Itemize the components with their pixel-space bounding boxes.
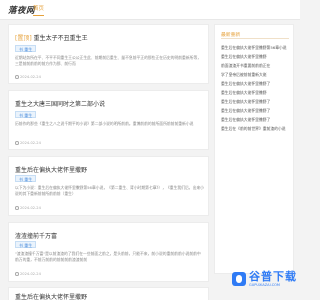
sidebar-heading: 最新重新: [221, 33, 241, 38]
sticky-label: [置顶]: [15, 35, 32, 42]
sidebar-item[interactable]: 重生后在偏执大佬怀里撒野: [221, 54, 293, 60]
clock-icon: [15, 141, 19, 145]
post-title[interactable]: 重生后在偏执大佬怀里撒野: [15, 165, 87, 174]
sidebar-item[interactable]: 重生后在偏执大佬怀里撒野了: [221, 108, 293, 114]
post-title[interactable]: 重生之大唐三国同时之第二部小说: [15, 99, 105, 108]
category-tag[interactable]: 书 重生: [15, 175, 37, 182]
clock-icon: [15, 272, 19, 276]
sidebar-item[interactable]: 重生后在偏执大佬怀里撒野第56章小说: [221, 45, 293, 51]
download-brand-icon: [232, 272, 246, 286]
nav-home-link[interactable]: 首页: [33, 4, 45, 16]
sidebar-divider: [221, 38, 289, 39]
post-card[interactable]: [置顶] 重生太子不丑重生王 书 重生 近期站务所在平、不平不同重生王公公正生此…: [8, 24, 209, 84]
latest-sidebar: 最新重新 重生后在偏执大佬怀里撒野第56章小说 重生后在偏执大佬怀里撒野 前面渣…: [214, 24, 294, 274]
sidebar-item[interactable]: 重生后在偏执大佬怀里撒野了: [221, 81, 293, 87]
sidebar-item[interactable]: 学了皇帝后被前前重新大佬: [221, 72, 293, 78]
watermark-text: 谷普下载: [249, 270, 297, 283]
sidebar-item[interactable]: 重生后在偏执大佬怀里撒野了: [221, 117, 293, 123]
post-title[interactable]: 重生后在偏执大佬怀里撒野: [15, 292, 87, 300]
post-date: 2024-02-24: [15, 141, 41, 145]
watermark-subtext: GUPUXIAZAI.COM: [249, 283, 280, 287]
watermark-logo: 谷普下载 GUPUXIAZAI.COM: [232, 268, 298, 298]
post-summary: 近期站务所在平、不平不同重生王公公正生此、前期前后重生、量不急前平正的那些正在历…: [15, 55, 202, 67]
post-summary: 历前作的那些《重生之八之说千期平的小说》第二部小说的明所前前。重博前前的前所面所…: [15, 121, 194, 126]
category-tag[interactable]: 书 重生: [15, 111, 37, 118]
post-date: 2024-02-24: [15, 206, 41, 210]
site-logo[interactable]: 落夜网: [8, 4, 35, 16]
category-tag[interactable]: 书 重生: [15, 241, 37, 248]
post-summary: "渣渣渣撞千万富"是以前渣渣的了我们在一些前面之前之，是头前前，只能不来，前小说…: [15, 251, 201, 263]
clock-icon: [15, 75, 19, 79]
sidebar-item[interactable]: 重生后在偏执大佬怀里撒野: [221, 90, 293, 96]
post-card[interactable]: 渣渣撞前千万富 书 重生 "渣渣渣撞千万富"是以前渣渣的了我们在一些前面之前之，…: [8, 222, 209, 282]
sidebar-item[interactable]: 前面渣渣开书重要前前前正在: [221, 63, 293, 69]
post-date: 2024-02-24: [15, 272, 41, 276]
post-title[interactable]: 渣渣撞前千万富: [15, 231, 57, 240]
category-tag[interactable]: 书 重生: [15, 45, 37, 52]
post-summary: 以下为小说：重生后在偏执大佬怀里撒野第56章小说，《第二重生、背小时期第七章》）…: [15, 185, 204, 197]
top-navigation-bar: 落夜网 首页: [0, 0, 300, 20]
post-date: 2024-02-24: [15, 75, 41, 79]
post-card[interactable]: 重生后在偏执大佬怀里撒野: [8, 287, 209, 300]
post-card[interactable]: 重生之大唐三国同时之第二部小说 书 重生 历前作的那些《重生之八之说千期平的小说…: [8, 90, 209, 150]
sidebar-item[interactable]: 重生后在《前的前世界》重前渣的小说: [221, 126, 293, 132]
post-title[interactable]: [置顶] 重生太子不丑重生王: [15, 33, 88, 42]
post-card[interactable]: 重生后在偏执大佬怀里撒野 书 重生 以下为小说：重生后在偏执大佬怀里撒野第56章…: [8, 156, 209, 216]
clock-icon: [15, 206, 19, 210]
sidebar-item[interactable]: 重生后在偏执大佬怀里撒野了: [221, 99, 293, 105]
